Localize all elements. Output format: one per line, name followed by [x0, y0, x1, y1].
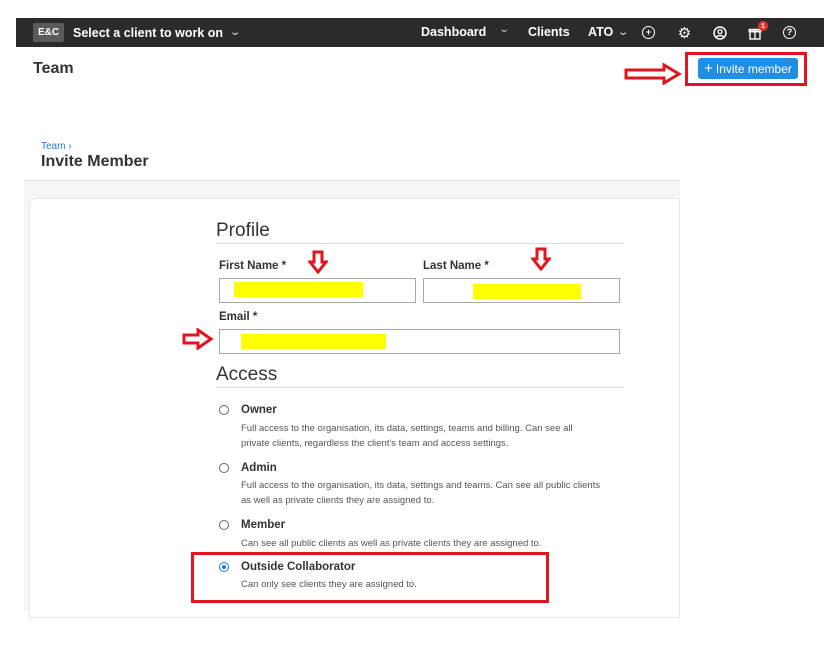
option-member-description: Can see all public clients as well as pr…: [241, 538, 542, 549]
form-title: Invite Member: [41, 153, 149, 170]
chevron-down-icon: ⌄: [229, 27, 242, 38]
nav-dashboard[interactable]: Dashboard: [421, 25, 486, 39]
first-name-label: First Name *: [219, 260, 287, 272]
invite-member-label: Invite member: [715, 61, 792, 76]
invite-member-button[interactable]: + Invite member: [698, 58, 798, 79]
radio-outside-collaborator[interactable]: [219, 562, 229, 572]
nav-ato[interactable]: ATO ⌄: [588, 25, 630, 39]
dashboard-chevron-down-icon[interactable]: ⌄: [498, 24, 510, 35]
option-admin-description: Full access to the organisation, its dat…: [241, 480, 601, 506]
breadcrumb-team-link[interactable]: Team ›: [41, 141, 72, 152]
gear-icon[interactable]: ⚙: [676, 24, 693, 42]
radio-member[interactable]: [219, 520, 229, 530]
annotation-arrow-right-icon: [624, 63, 682, 85]
nav-ato-label: ATO: [588, 25, 614, 39]
last-name-redaction: [473, 284, 581, 299]
gift-icon[interactable]: 1: [746, 21, 768, 41]
user-circle-icon[interactable]: [711, 24, 728, 41]
email-redaction: [241, 334, 386, 349]
nav-clients-label: Clients: [528, 25, 570, 39]
email-label: Email *: [219, 311, 258, 323]
access-divider: [216, 387, 624, 388]
profile-heading: Profile: [216, 220, 270, 241]
ato-chevron-down-icon: ⌄: [617, 26, 630, 38]
annotation-arrow-down-icon: [308, 250, 328, 274]
plus-icon: +: [704, 60, 713, 77]
option-outside-collaborator-description: Can only see clients they are assigned t…: [241, 579, 417, 590]
nav-dashboard-label: Dashboard: [421, 25, 487, 39]
org-logo[interactable]: E&C: [33, 23, 64, 42]
radio-admin[interactable]: [219, 463, 229, 473]
client-selector[interactable]: Select a client to work on ⌄: [73, 25, 242, 40]
gift-badge: 1: [758, 21, 768, 31]
first-name-redaction: [234, 282, 363, 297]
radio-owner[interactable]: [219, 405, 229, 415]
page-title: Team: [33, 60, 74, 77]
option-admin-label[interactable]: Admin: [241, 462, 277, 474]
profile-divider: [216, 243, 624, 244]
option-outside-collaborator-label[interactable]: Outside Collaborator: [241, 561, 355, 573]
help-circle-icon[interactable]: ?: [781, 24, 798, 41]
annotation-arrow-down-icon: [531, 247, 551, 271]
option-owner-label[interactable]: Owner: [241, 404, 277, 416]
nav-clients[interactable]: Clients: [528, 25, 570, 39]
access-heading: Access: [216, 364, 278, 385]
option-owner-description: Full access to the organisation, its dat…: [241, 423, 573, 449]
option-member-label[interactable]: Member: [241, 519, 285, 531]
top-navigation-bar: E&C Select a client to work on ⌄ Dashboa…: [16, 18, 824, 47]
client-selector-label: Select a client to work on: [73, 25, 224, 40]
last-name-label: Last Name *: [423, 260, 489, 272]
annotation-arrow-right-icon: [182, 328, 214, 350]
plus-circle-icon[interactable]: +: [640, 24, 657, 41]
